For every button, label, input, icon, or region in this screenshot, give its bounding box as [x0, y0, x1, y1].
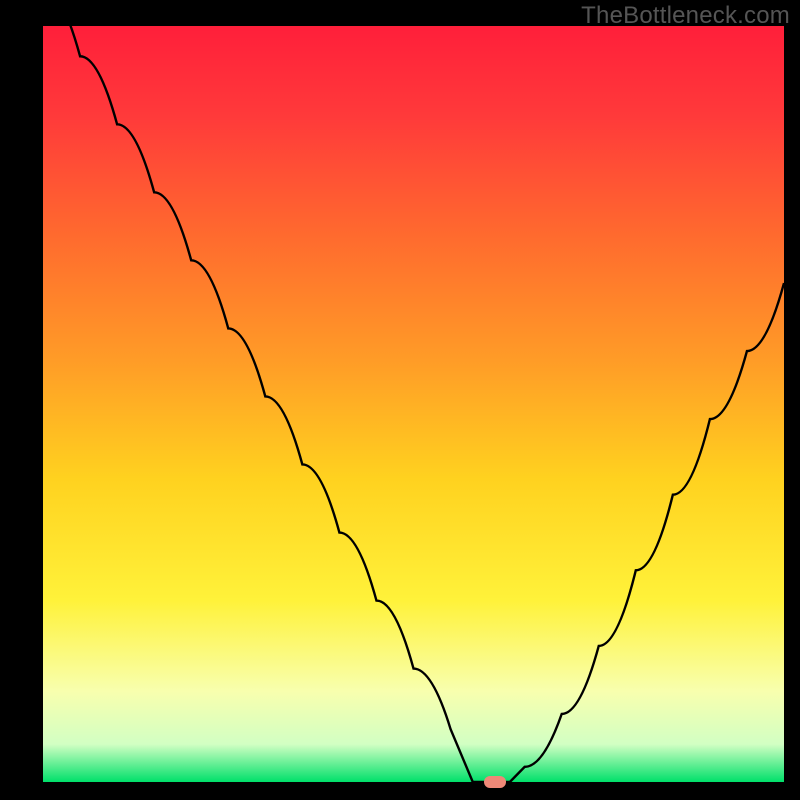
optimal-marker: [484, 776, 506, 788]
chart-container: TheBottleneck.com: [0, 0, 800, 800]
bottleneck-chart: [0, 0, 800, 800]
watermark-text: TheBottleneck.com: [581, 2, 790, 30]
